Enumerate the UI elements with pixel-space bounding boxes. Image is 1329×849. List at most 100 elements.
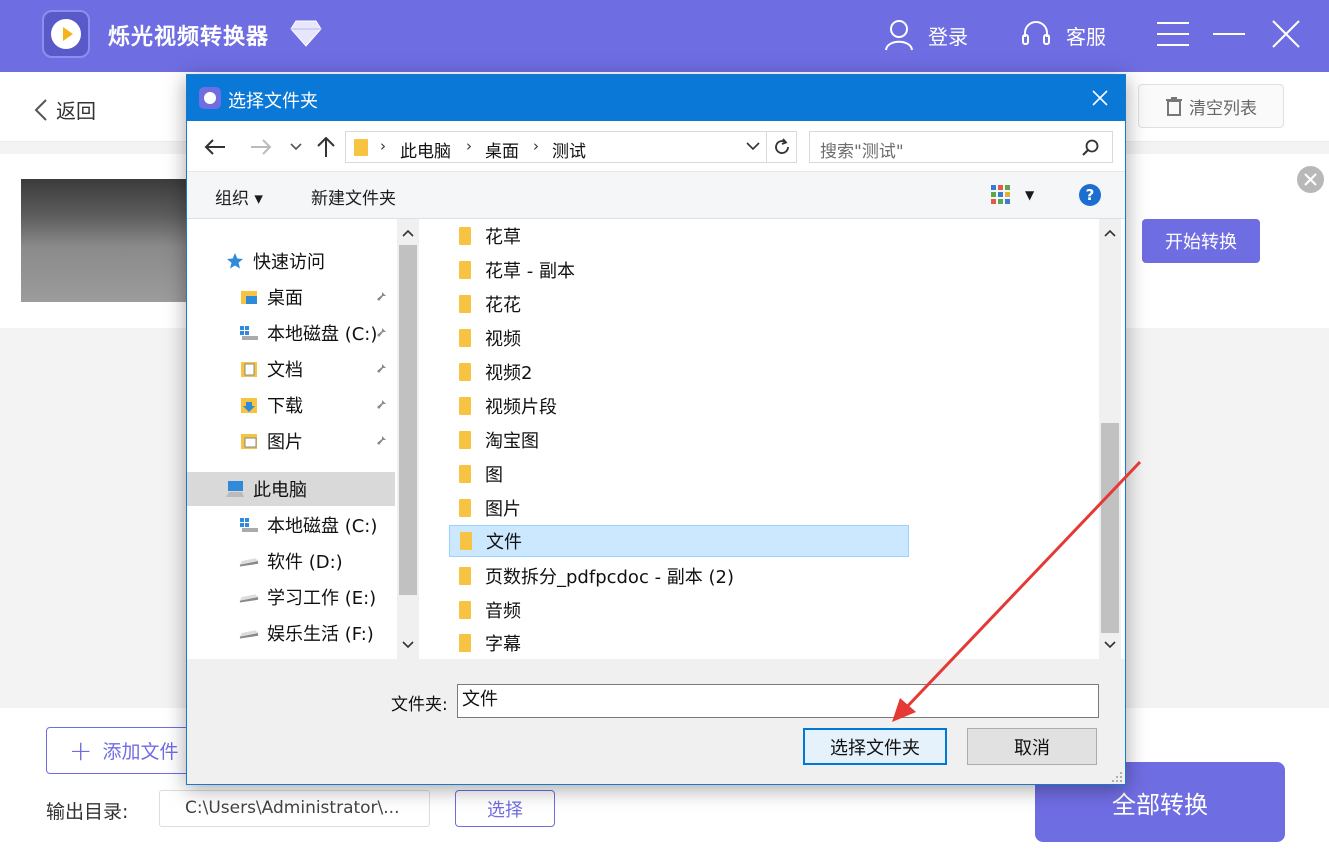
pin-icon[interactable]: [375, 361, 389, 375]
headset-icon: [1022, 21, 1050, 45]
nav-downloads[interactable]: 下载: [239, 388, 303, 422]
search-box[interactable]: 搜索"测试": [809, 131, 1113, 163]
nav-pictures[interactable]: 图片: [239, 424, 303, 458]
folder-item[interactable]: 淘宝图: [449, 424, 909, 456]
scroll-down-icon[interactable]: [400, 637, 416, 653]
cancel-button[interactable]: 取消: [967, 728, 1097, 765]
address-bar[interactable]: › 此电脑 › 桌面 › 测试: [345, 131, 797, 163]
folder-icon: [460, 532, 472, 550]
breadcrumb-desktop[interactable]: 桌面: [485, 137, 519, 162]
scroll-down-icon[interactable]: [1102, 637, 1118, 653]
windows-drive-icon: [239, 516, 259, 534]
video-thumbnail[interactable]: [21, 179, 191, 302]
view-options-icon[interactable]: [990, 184, 1012, 206]
back-button[interactable]: 返回: [34, 95, 96, 124]
pin-icon[interactable]: [375, 397, 389, 411]
choose-output-button[interactable]: 选择: [455, 790, 555, 827]
folder-field-label: 文件夹:: [391, 695, 448, 715]
folder-item[interactable]: 花草 - 副本: [449, 254, 909, 286]
nav-drive-d[interactable]: 软件 (D:): [239, 544, 343, 578]
start-convert-button[interactable]: 开始转换: [1142, 219, 1260, 263]
folder-icon: [459, 634, 471, 652]
minimize-icon[interactable]: [1213, 18, 1245, 50]
scroll-up-icon[interactable]: [400, 225, 416, 241]
folder-item[interactable]: 字幕: [449, 627, 909, 659]
breadcrumb-this-pc[interactable]: 此电脑: [400, 137, 451, 162]
app-small-icon: [199, 87, 221, 109]
menu-icon[interactable]: [1157, 18, 1189, 50]
pin-icon[interactable]: [375, 433, 389, 447]
add-file-label: 添加文件: [102, 741, 179, 763]
login-button[interactable]: 登录: [884, 18, 968, 52]
nav-scrollbar[interactable]: [397, 219, 419, 659]
folder-icon: [459, 261, 471, 279]
vip-diamond-icon[interactable]: [290, 19, 322, 47]
recent-dropdown-icon[interactable]: [284, 135, 308, 159]
nav-local-disk-c[interactable]: 本地磁盘 (C:): [239, 316, 377, 350]
remove-file-icon[interactable]: [1297, 166, 1324, 193]
help-icon[interactable]: ?: [1079, 184, 1101, 206]
downloads-icon: [239, 396, 259, 414]
nav-documents[interactable]: 文档: [239, 352, 303, 386]
nav-drive-e[interactable]: 学习工作 (E:): [239, 580, 376, 614]
folder-item[interactable]: 图片: [449, 492, 909, 524]
folder-item[interactable]: 视频片段: [449, 390, 909, 422]
breadcrumb-test[interactable]: 测试: [552, 137, 586, 162]
folder-item[interactable]: 视频2: [449, 356, 909, 388]
forward-arrow-icon[interactable]: [249, 135, 273, 159]
app-logo-icon: [42, 10, 90, 58]
folder-item-selected[interactable]: 文件: [449, 525, 909, 557]
chevron-right-icon: ›: [380, 137, 386, 155]
nav-this-pc[interactable]: 此电脑: [187, 472, 395, 506]
folder-item[interactable]: 视频: [449, 322, 909, 354]
new-folder-button[interactable]: 新建文件夹: [311, 184, 396, 209]
folder-list-scrollbar[interactable]: [1099, 219, 1121, 659]
select-folder-button[interactable]: 选择文件夹: [803, 728, 947, 765]
address-dropdown-icon[interactable]: [746, 141, 760, 151]
nav-desktop[interactable]: 桌面: [239, 280, 303, 314]
view-dropdown-icon[interactable]: ▼: [1025, 188, 1034, 202]
output-path-field[interactable]: C:\Users\Administrator\...: [159, 790, 430, 827]
back-arrow-icon[interactable]: [203, 135, 227, 159]
organize-menu[interactable]: 组织 ▾: [215, 184, 263, 209]
clear-list-button[interactable]: 清空列表: [1138, 84, 1284, 128]
nav-drive-f[interactable]: 娱乐生活 (F:): [239, 616, 374, 650]
windows-drive-icon: [239, 324, 259, 342]
browser-panes: 快速访问 桌面 本地磁盘 (C:) 文档 下载 图片 此电脑 本地磁盘 (C:)…: [187, 219, 1125, 659]
scrollbar-thumb[interactable]: [1101, 423, 1119, 633]
search-icon[interactable]: [1082, 139, 1100, 157]
nav-quick-access[interactable]: 快速访问: [225, 244, 325, 278]
back-label: 返回: [56, 99, 96, 123]
folder-list-pane: 花草 花草 - 副本 花花 视频 视频2 视频片段 淘宝图 图 图片 文件 页数…: [423, 219, 1125, 659]
folder-icon: [459, 397, 471, 415]
folder-item[interactable]: 花花: [449, 288, 909, 320]
plus-icon: +: [69, 733, 93, 767]
pin-icon[interactable]: [375, 289, 389, 303]
folder-icon: [459, 567, 471, 585]
dialog-close-icon[interactable]: [1089, 87, 1111, 109]
up-arrow-icon[interactable]: [314, 135, 338, 159]
dialog-title: 选择文件夹: [228, 91, 318, 112]
resize-grip-icon[interactable]: [1109, 769, 1123, 783]
drive-icon: [239, 624, 259, 642]
folder-icon: [354, 139, 368, 156]
folder-item[interactable]: 图: [449, 458, 909, 490]
scroll-up-icon[interactable]: [1102, 225, 1118, 241]
folder-icon: [459, 295, 471, 313]
app-title: 烁光视频转换器: [108, 25, 270, 50]
folder-icon: [459, 601, 471, 619]
folder-item[interactable]: 页数拆分_pdfpcdoc - 副本 (2): [449, 560, 909, 592]
refresh-icon[interactable]: [766, 131, 796, 163]
computer-icon: [225, 480, 245, 498]
drive-icon: [239, 588, 259, 606]
close-window-icon[interactable]: [1270, 18, 1302, 50]
folder-item[interactable]: 花草: [449, 220, 909, 252]
customer-service-button[interactable]: 客服: [1020, 18, 1106, 52]
scrollbar-thumb[interactable]: [399, 245, 417, 595]
select-folder-dialog: 选择文件夹 › 此电脑 › 桌面 › 测试 搜索"测试" 组织 ▾ 新建文件夹: [186, 74, 1126, 785]
folder-name-input[interactable]: 文件: [457, 684, 1099, 718]
nav-drive-c[interactable]: 本地磁盘 (C:): [239, 508, 377, 542]
pin-icon[interactable]: [375, 325, 389, 339]
folder-item[interactable]: 音频: [449, 594, 909, 626]
navigation-pane: 快速访问 桌面 本地磁盘 (C:) 文档 下载 图片 此电脑 本地磁盘 (C:)…: [187, 219, 419, 659]
